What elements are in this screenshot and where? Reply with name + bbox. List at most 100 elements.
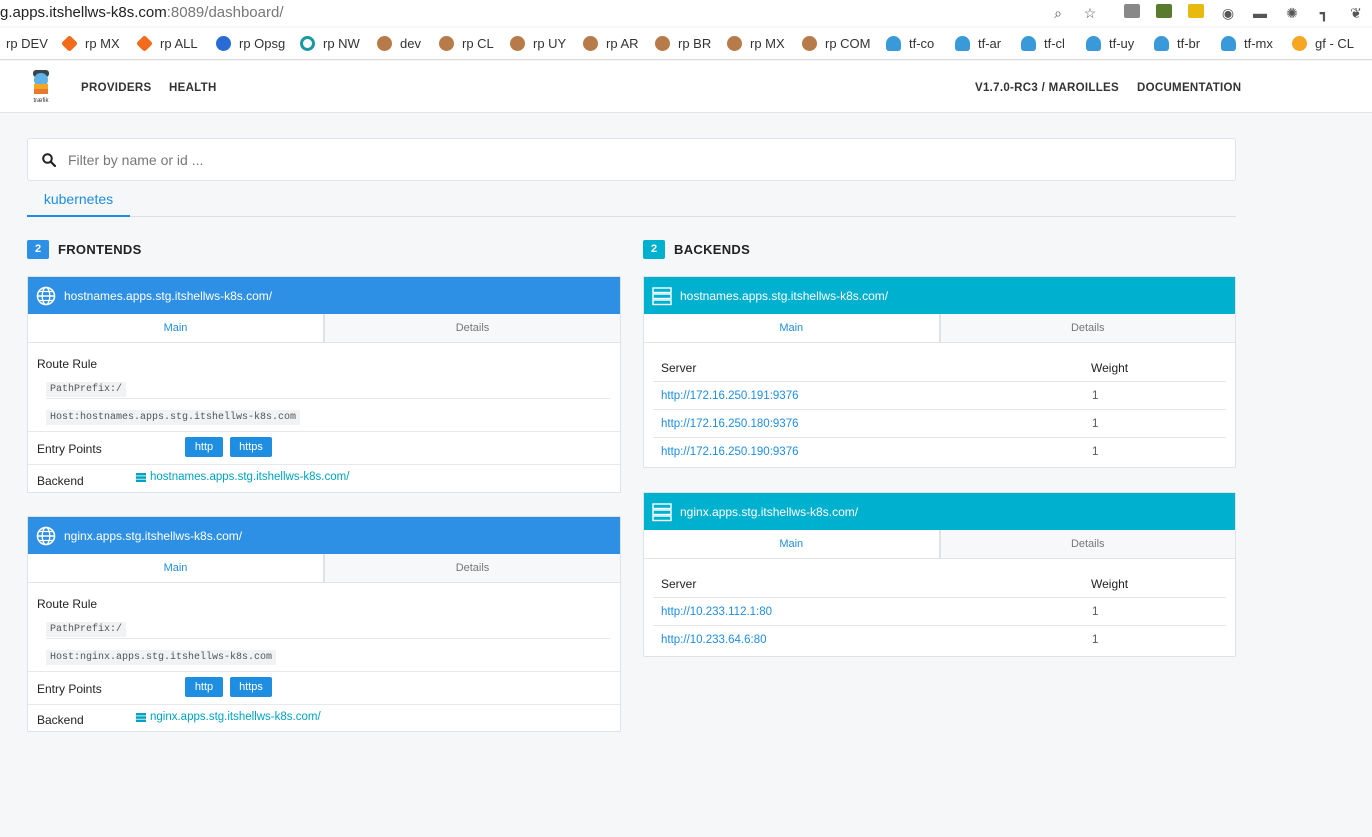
bookmark-label: rp Opsg xyxy=(239,36,286,51)
extension-icon[interactable] xyxy=(1180,3,1212,23)
tab-details[interactable]: Details xyxy=(324,554,620,582)
bookmark-label: gf - CL xyxy=(1315,36,1355,51)
frontend-name: nginx.apps.stg.itshellws-k8s.com/ xyxy=(64,528,243,543)
mask-icon[interactable]: ▬ xyxy=(1244,3,1276,23)
pin-extension-icon[interactable]: ┓ xyxy=(1308,3,1340,23)
server-link[interactable]: http://172.16.250.190:9376 xyxy=(661,446,798,458)
traefik-icon xyxy=(886,36,901,51)
bookmark-item[interactable]: tf-ar xyxy=(955,36,1001,51)
frontends-title: FRONTENDS xyxy=(58,242,142,257)
tab-kubernetes[interactable]: kubernetes xyxy=(27,186,130,217)
bookmark-item[interactable]: tf-co xyxy=(886,36,934,51)
server-link[interactable]: http://10.233.64.6:80 xyxy=(661,634,767,646)
filter-box xyxy=(27,138,1236,181)
server-link[interactable]: http://172.16.250.191:9376 xyxy=(661,390,798,402)
bookmark-label: dev xyxy=(400,36,421,51)
bookmark-item[interactable]: tf-uy xyxy=(1086,36,1134,51)
browser-url-bar[interactable]: g.apps.itshellws-k8s.com:8089/dashboard/… xyxy=(0,0,1372,26)
route-rule-label: Route Rule xyxy=(37,357,98,371)
entry-point-https[interactable]: https xyxy=(230,677,272,697)
extension-icon[interactable] xyxy=(1116,3,1148,23)
bookmark-item[interactable]: rp AR xyxy=(583,36,639,51)
bookmark-item[interactable]: rp BR xyxy=(655,36,711,51)
bookmark-label: tf-uy xyxy=(1109,36,1135,51)
bookmark-label: rp AR xyxy=(606,36,639,51)
tab-details[interactable]: Details xyxy=(939,530,1235,558)
backend-tabs: Main Details xyxy=(644,530,1235,559)
aws-extension-icon[interactable] xyxy=(1148,3,1180,23)
nav-health[interactable]: HEALTH xyxy=(169,82,217,94)
bookmark-label: tf-mx xyxy=(1244,36,1273,51)
star-icon[interactable]: ☆ xyxy=(1074,3,1106,23)
entry-point-https[interactable]: https xyxy=(230,437,272,457)
tab-main[interactable]: Main xyxy=(644,530,940,558)
eye-icon[interactable]: ◉ xyxy=(1212,3,1244,23)
backends-title: BACKENDS xyxy=(674,242,751,257)
url-text[interactable]: g.apps.itshellws-k8s.com:8089/dashboard/ xyxy=(0,4,284,21)
column-header-weight: Weight xyxy=(1091,361,1129,375)
tab-details[interactable]: Details xyxy=(324,314,620,342)
nav-providers[interactable]: PROVIDERS xyxy=(81,82,151,94)
url-path: :8089/dashboard/ xyxy=(166,4,284,21)
bookmark-item[interactable]: gf - CL xyxy=(1292,36,1354,51)
route-rule-host: Host:nginx.apps.stg.itshellws-k8s.com xyxy=(46,650,277,665)
bookmark-item[interactable]: rp MX xyxy=(61,35,120,52)
column-header-weight: Weight xyxy=(1091,577,1129,591)
cube-icon xyxy=(61,35,78,52)
frontend-tabs: Main Details xyxy=(28,554,620,583)
bookmark-item[interactable]: rp MX xyxy=(727,36,785,51)
bookmark-item[interactable]: tf-mx xyxy=(1221,36,1273,51)
backend-link[interactable]: hostnames.apps.stg.itshellws-k8s.com/ xyxy=(136,471,349,483)
divider xyxy=(28,671,620,672)
bookmarks-bar: rp DEV rp MX rp ALL rp Opsg rp NW dev rp… xyxy=(0,28,1372,60)
server-link[interactable]: http://172.16.250.180:9376 xyxy=(661,418,798,430)
nav-version[interactable]: V1.7.0-RC3 / MAROILLES xyxy=(975,82,1119,94)
server-weight: 1 xyxy=(1092,418,1099,430)
table-row: http://172.16.250.191:9376 1 xyxy=(653,381,1226,409)
tab-details[interactable]: Details xyxy=(939,314,1235,342)
traefik-icon xyxy=(1154,36,1169,51)
bookmark-label: tf-br xyxy=(1177,36,1201,51)
nav-documentation[interactable]: DOCUMENTATION xyxy=(1137,82,1241,94)
traefik-icon xyxy=(955,36,970,51)
backend-name: hostnames.apps.stg.itshellws-k8s.com/ xyxy=(680,288,889,303)
entry-point-http[interactable]: http xyxy=(185,437,223,457)
entry-point-http[interactable]: http xyxy=(185,677,223,697)
backend-card: nginx.apps.stg.itshellws-k8s.com/ Main D… xyxy=(643,492,1236,657)
tab-main[interactable]: Main xyxy=(28,554,324,582)
entry-points-label: Entry Points xyxy=(37,442,102,456)
bookmark-item[interactable]: tf-br xyxy=(1154,36,1200,51)
bookmark-item[interactable]: rp UY xyxy=(510,36,566,51)
server-icon xyxy=(652,286,672,305)
backend-name: nginx.apps.stg.itshellws-k8s.com/ xyxy=(680,504,859,519)
frontend-card: nginx.apps.stg.itshellws-k8s.com/ Main D… xyxy=(27,516,621,732)
globe-extension-icon[interactable]: ✺ xyxy=(1276,3,1308,23)
filter-input[interactable] xyxy=(68,147,1218,173)
frontend-card: hostnames.apps.stg.itshellws-k8s.com/ Ma… xyxy=(27,276,621,493)
bookmark-item[interactable]: rp Opsg xyxy=(216,36,285,51)
backend-card-header: nginx.apps.stg.itshellws-k8s.com/ xyxy=(644,493,1235,530)
divider xyxy=(28,431,620,432)
bookmark-item[interactable]: rp COM xyxy=(802,36,871,51)
bookmark-label: rp MX xyxy=(750,36,785,51)
zoom-icon[interactable]: ⌕ xyxy=(1042,3,1074,23)
server-link[interactable]: http://10.233.112.1:80 xyxy=(661,606,772,618)
backend-card: hostnames.apps.stg.itshellws-k8s.com/ Ma… xyxy=(643,276,1236,468)
tab-main[interactable]: Main xyxy=(644,314,940,342)
bookmark-item[interactable]: rp NW xyxy=(300,36,360,51)
bookmark-item[interactable]: tf-cl xyxy=(1021,36,1065,51)
frontend-card-header: nginx.apps.stg.itshellws-k8s.com/ xyxy=(28,517,620,554)
bookmark-item[interactable]: rp CL xyxy=(439,36,494,51)
backend-tabs: Main Details xyxy=(644,314,1235,343)
bookmark-item[interactable]: rp ALL xyxy=(136,35,198,52)
evernote-icon[interactable]: ❦ xyxy=(1340,3,1372,23)
tab-main[interactable]: Main xyxy=(28,314,324,342)
provider-tabs: kubernetes xyxy=(27,186,1236,217)
jenkins-icon xyxy=(583,36,598,51)
backend-link[interactable]: nginx.apps.stg.itshellws-k8s.com/ xyxy=(136,711,321,723)
bookmark-item[interactable]: dev xyxy=(377,36,421,51)
bookmark-label: rp ALL xyxy=(160,36,198,51)
route-rule-host: Host:hostnames.apps.stg.itshellws-k8s.co… xyxy=(46,410,301,425)
traefik-logo[interactable]: træfik xyxy=(30,69,52,104)
bookmark-item[interactable]: rp DEV xyxy=(6,36,48,51)
